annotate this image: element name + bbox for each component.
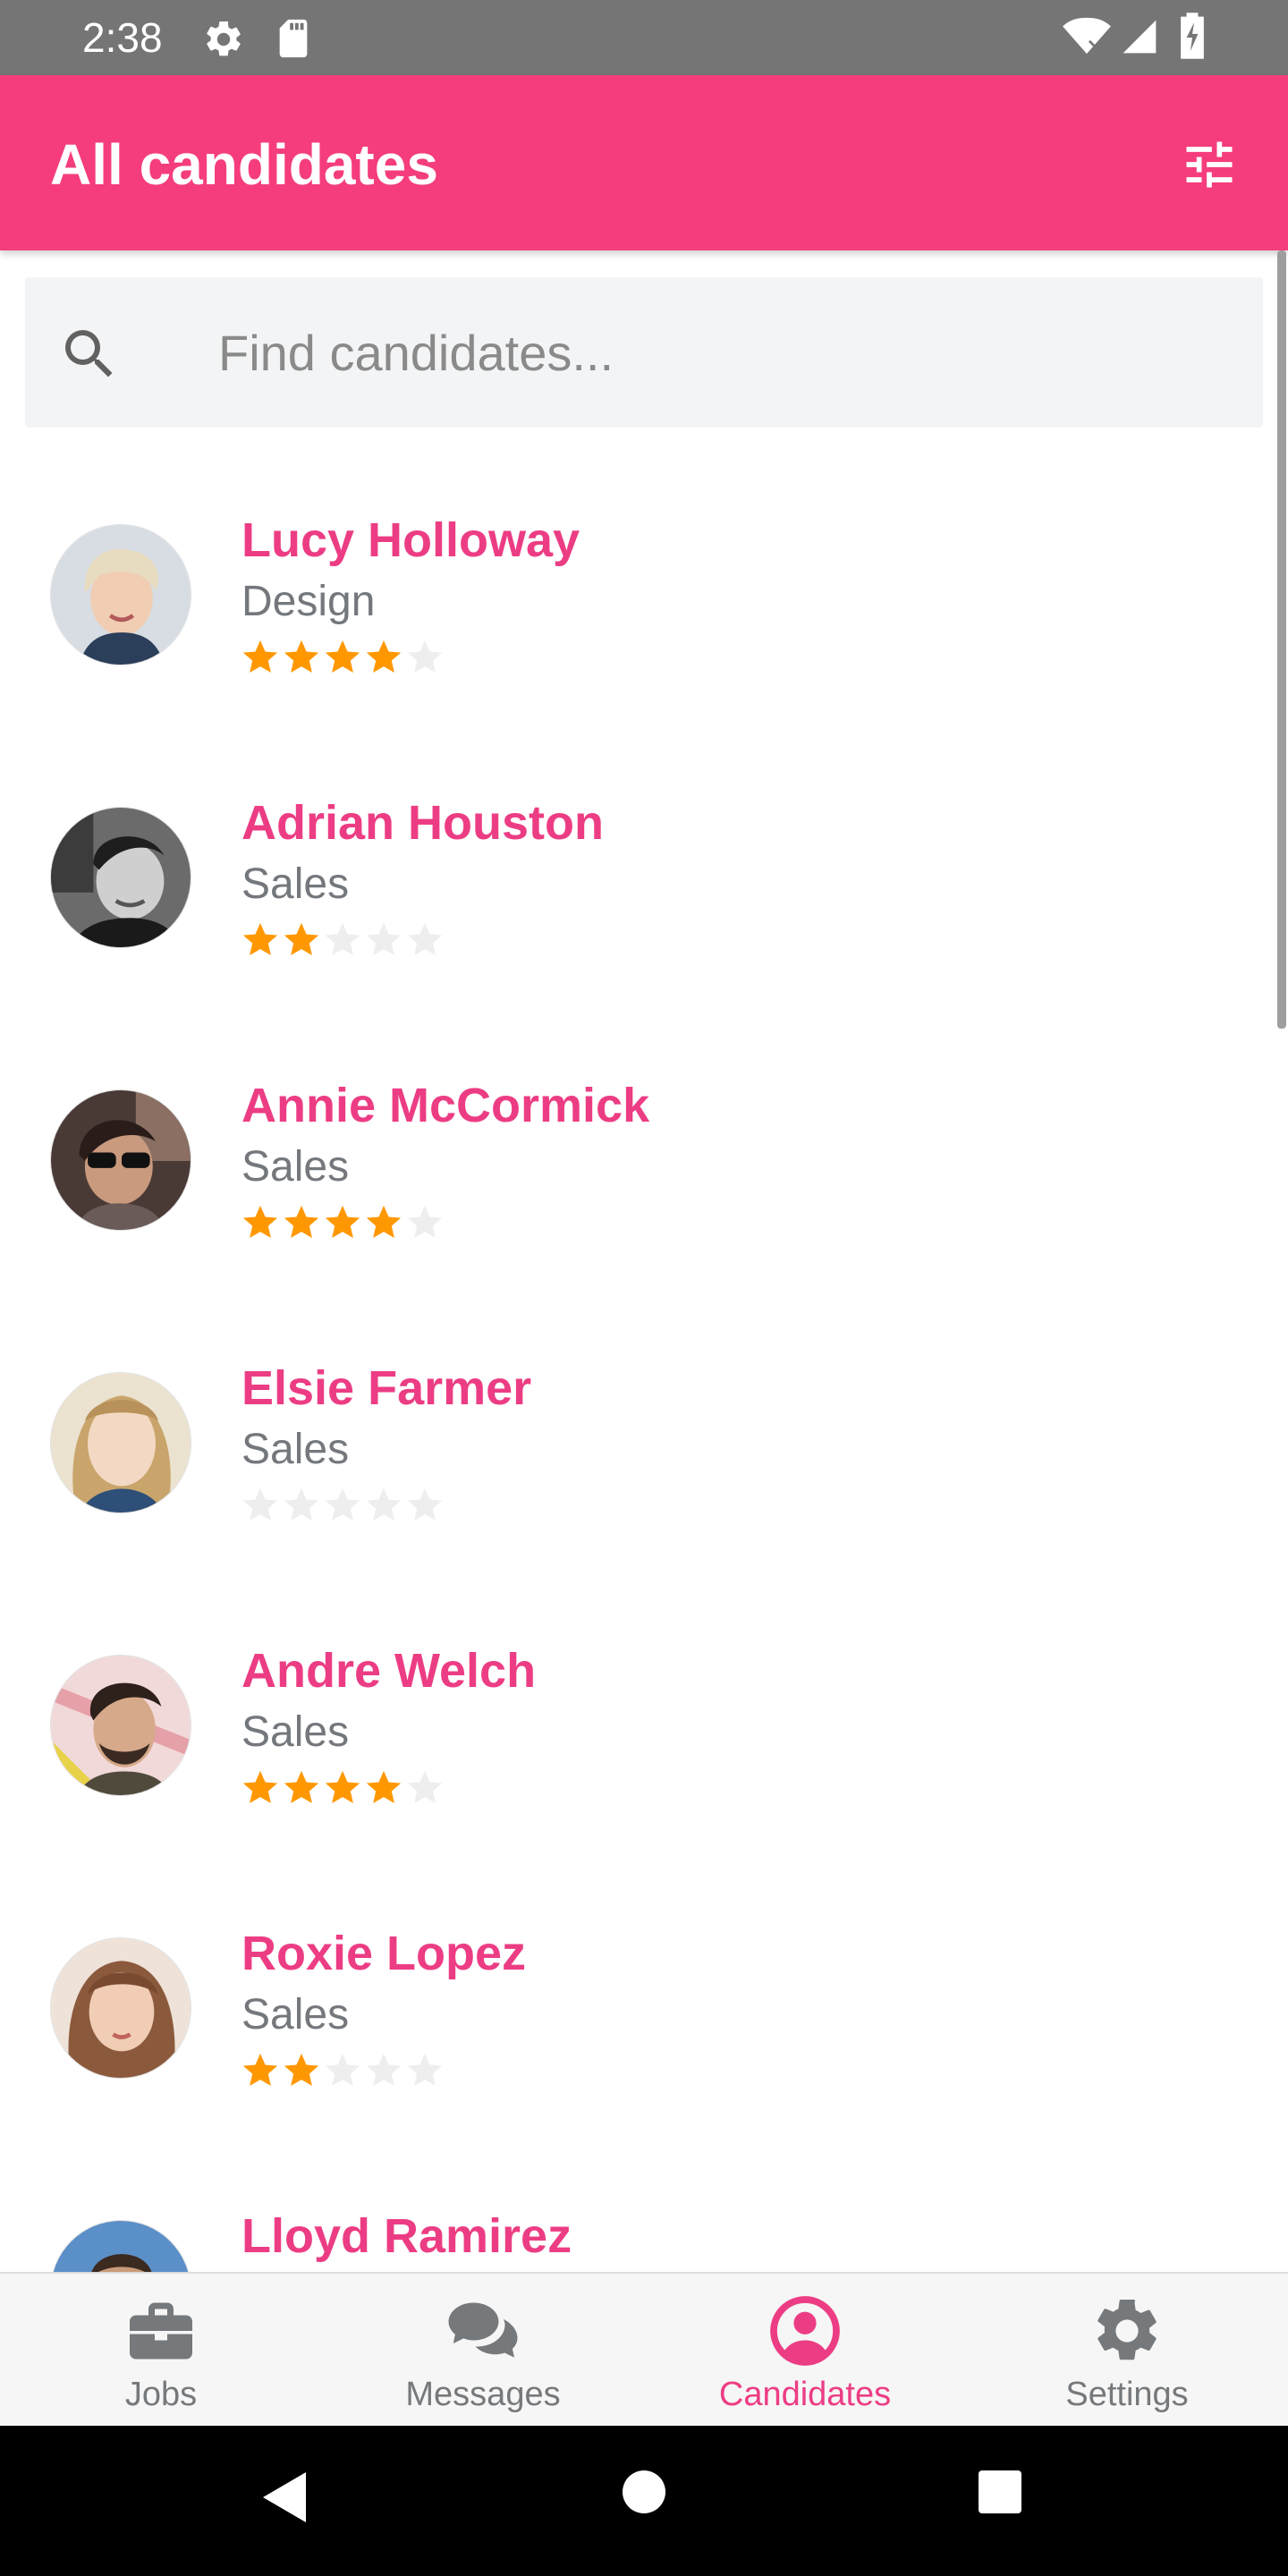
avatar: [50, 1089, 191, 1231]
star-empty-icon: [407, 922, 443, 956]
gear-icon: [207, 21, 241, 56]
scrollbar[interactable]: [1277, 250, 1286, 1029]
candidate-name: Lucy Holloway: [242, 513, 580, 567]
nav-label: Messages: [405, 2376, 561, 2413]
nav-label: Settings: [1065, 2376, 1189, 2413]
avatar: [50, 524, 191, 665]
star-rating: [240, 1485, 445, 1528]
star-filled-icon: [284, 1770, 319, 1804]
candidate-list: Lucy Holloway Design Adrian Houston Sale…: [0, 447, 1288, 2272]
app-bar: All candidates: [0, 75, 1288, 250]
back-icon[interactable]: [259, 2469, 309, 2526]
briefcase-icon: [130, 2302, 192, 2360]
candidate-department: Sales: [242, 1991, 350, 2038]
star-empty-icon: [407, 2053, 443, 2087]
candidate-row[interactable]: Adrian Houston Sales: [0, 730, 1288, 1013]
candidate-row[interactable]: Andre Welch Sales: [0, 1578, 1288, 1860]
avatar: [50, 807, 191, 948]
sd-card-icon: [279, 19, 308, 58]
star-filled-icon: [325, 1770, 360, 1804]
star-empty-icon: [407, 640, 443, 674]
candidate-department: Sales: [242, 1708, 350, 1756]
overview-icon[interactable]: [977, 2469, 1023, 2515]
system-nav-bar: [0, 2426, 1288, 2576]
star-filled-icon: [325, 1205, 360, 1239]
star-rating: [240, 2050, 445, 2093]
status-time: 2:38: [82, 14, 163, 61]
avatar: [50, 1372, 191, 1513]
candidate-department: Sales: [242, 1426, 350, 1473]
star-filled-icon: [242, 640, 278, 674]
candidate-name: Elsie Farmer: [242, 1361, 532, 1415]
candidate-row[interactable]: Roxie Lopez Sales: [0, 1860, 1288, 2143]
status-bar: 2:38: [0, 0, 1288, 75]
battery-icon: [1181, 13, 1204, 59]
star-empty-icon: [366, 2053, 402, 2087]
star-empty-icon: [325, 1487, 360, 1521]
star-filled-icon: [366, 1770, 402, 1804]
account-circle-icon: [770, 2296, 840, 2366]
star-rating: [240, 637, 445, 680]
avatar: [50, 1937, 191, 2079]
candidate-department: Sales: [242, 860, 350, 908]
candidate-name: Roxie Lopez: [242, 1927, 527, 1980]
star-rating: [240, 919, 445, 962]
candidate-name: Lloyd Ramirez: [242, 2209, 572, 2263]
star-filled-icon: [242, 2053, 278, 2087]
star-empty-icon: [242, 1487, 278, 1521]
home-icon[interactable]: [621, 2469, 667, 2515]
candidate-row[interactable]: Annie McCormick Sales: [0, 1013, 1288, 1295]
candidate-name: Andre Welch: [242, 1644, 537, 1698]
filter-button[interactable]: [1172, 127, 1247, 202]
star-rating: [240, 1202, 445, 1245]
nav-label: Candidates: [718, 2376, 892, 2413]
star-empty-icon: [366, 1487, 402, 1521]
gear-icon: [1097, 2299, 1157, 2360]
avatar: [50, 2220, 191, 2272]
star-filled-icon: [284, 1205, 319, 1239]
star-filled-icon: [284, 2053, 319, 2087]
page-title: All candidates: [50, 132, 438, 197]
star-filled-icon: [242, 1205, 278, 1239]
nav-item-messages[interactable]: Messages: [322, 2274, 644, 2426]
nav-label: Jobs: [124, 2376, 198, 2413]
star-filled-icon: [366, 1205, 402, 1239]
wifi-icon: [1063, 17, 1111, 55]
nav-item-candidates[interactable]: Candidates: [644, 2274, 966, 2426]
candidate-row[interactable]: Lucy Holloway Design: [0, 447, 1288, 730]
bottom-nav: Jobs Messages Candidates Settings: [0, 2272, 1288, 2426]
nav-item-settings[interactable]: Settings: [966, 2274, 1288, 2426]
star-filled-icon: [325, 640, 360, 674]
candidate-department: Sales: [242, 1143, 350, 1191]
star-filled-icon: [366, 640, 402, 674]
star-rating: [240, 1767, 445, 1810]
star-filled-icon: [242, 1770, 278, 1804]
star-filled-icon: [284, 922, 319, 956]
star-empty-icon: [284, 1487, 319, 1521]
nav-item-jobs[interactable]: Jobs: [0, 2274, 322, 2426]
star-empty-icon: [407, 1770, 443, 1804]
search-bar: [25, 277, 1263, 428]
candidate-name: Adrian Houston: [242, 796, 604, 850]
candidate-name: Annie McCormick: [242, 1079, 650, 1132]
tune-icon: [1186, 141, 1233, 188]
candidate-row[interactable]: Elsie Farmer Sales: [0, 1295, 1288, 1578]
chat-bubbles-icon: [448, 2302, 518, 2358]
star-filled-icon: [242, 922, 278, 956]
candidate-row[interactable]: Lloyd Ramirez: [0, 2143, 1288, 2272]
candidate-department: Design: [242, 578, 376, 625]
avatar: [50, 1655, 191, 1796]
star-empty-icon: [407, 1205, 443, 1239]
star-empty-icon: [325, 922, 360, 956]
star-empty-icon: [325, 2053, 360, 2087]
star-empty-icon: [407, 1487, 443, 1521]
search-input[interactable]: [216, 309, 1227, 395]
search-icon[interactable]: [57, 322, 122, 386]
star-empty-icon: [366, 922, 402, 956]
signal-icon: [1123, 20, 1157, 54]
star-filled-icon: [284, 640, 319, 674]
